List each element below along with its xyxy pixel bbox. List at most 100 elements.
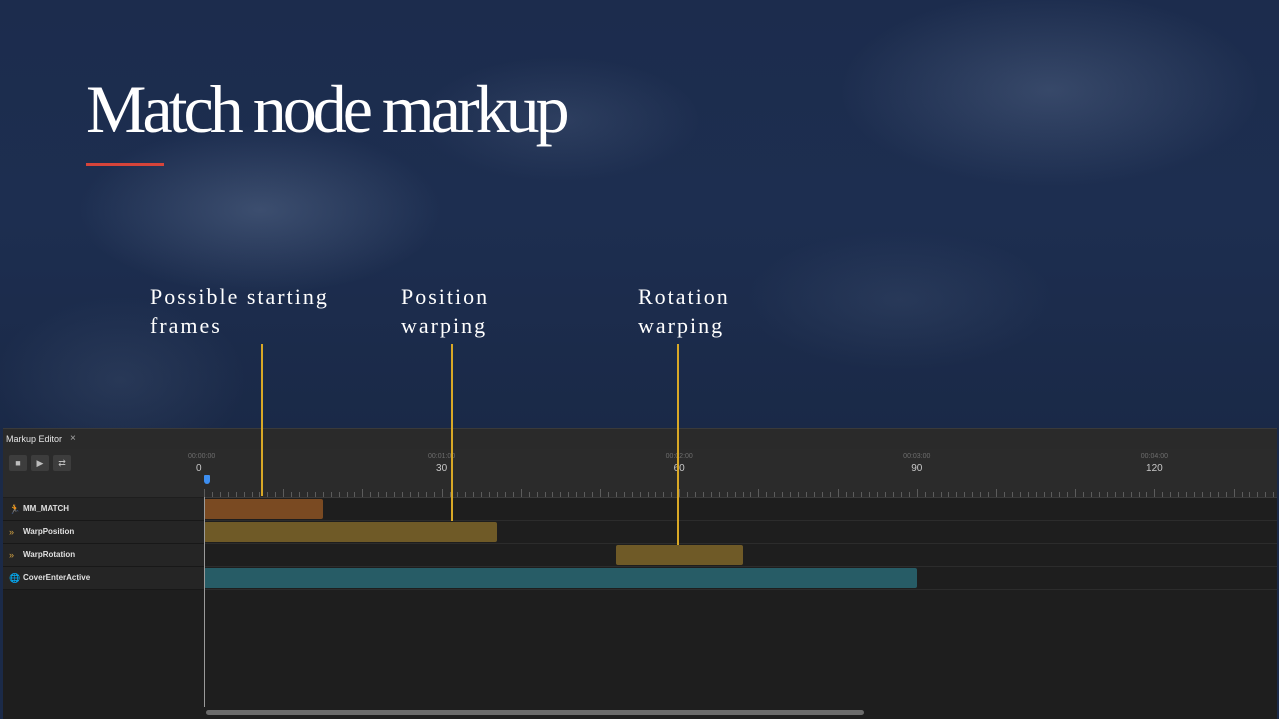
- ruler-minor-tick: [1059, 492, 1061, 497]
- ruler-minor-tick: [996, 489, 997, 497]
- ruler-minor-tick: [908, 492, 910, 497]
- ruler-minor-tick: [1075, 489, 1077, 497]
- globe-icon: 🌐: [9, 573, 21, 583]
- ruler-minor-tick: [821, 492, 823, 497]
- annotation-line: Rotation: [638, 284, 730, 309]
- ruler-minor-tick: [623, 492, 625, 497]
- ruler-minor-tick: [544, 492, 546, 497]
- track-label-warp-rotation[interactable]: » WarpRotation: [3, 544, 204, 567]
- ruler-minor-tick: [1170, 492, 1172, 497]
- track-label-warp-position[interactable]: » WarpPosition: [3, 521, 204, 544]
- loop-icon: ⇄: [58, 458, 66, 468]
- editor-tab-bar: Markup Editor ×: [3, 429, 1277, 449]
- tab-markup-editor[interactable]: Markup Editor: [6, 434, 62, 444]
- ruler-minor-tick: [1273, 492, 1275, 497]
- horizontal-scrollbar[interactable]: [206, 710, 864, 715]
- track-name: CoverEnterActive: [23, 573, 91, 582]
- ruler-minor-tick: [647, 492, 649, 497]
- ruler-minor-tick: [378, 492, 380, 497]
- ruler-time-label: 00:00:00: [188, 453, 216, 460]
- ruler-minor-tick: [1217, 492, 1219, 497]
- ruler-minor-tick: [489, 492, 491, 497]
- pointer-line-rotation-warping: [677, 344, 679, 545]
- title-underline: [86, 163, 164, 166]
- ruler-frame-label: 30: [436, 463, 448, 474]
- ruler-minor-tick: [932, 492, 934, 497]
- ruler-minor-tick: [1265, 492, 1267, 497]
- ruler-minor-tick: [211, 492, 213, 497]
- ruler-minor-tick: [1178, 492, 1180, 497]
- ruler-minor-tick: [1201, 492, 1203, 497]
- playhead-handle[interactable]: [204, 475, 210, 484]
- playback-toolbar: ■ ▶ ⇄: [3, 449, 204, 497]
- ruler-minor-tick: [924, 492, 926, 497]
- clip-mm-match[interactable]: [204, 499, 323, 519]
- track-row: [204, 498, 1277, 521]
- timeline-ruler[interactable]: 00:00:00 0 00:01:00 30 00:02:00 60 00:03…: [188, 449, 1277, 498]
- ruler-minor-tick: [988, 492, 990, 497]
- ruler-minor-tick: [227, 492, 229, 497]
- ruler-minor-tick: [504, 492, 506, 497]
- loop-button[interactable]: ⇄: [53, 455, 71, 471]
- ruler-minor-tick: [1130, 492, 1132, 497]
- track-label-cover-enter-active[interactable]: 🌐 CoverEnterActive: [3, 567, 204, 590]
- pointer-line-position-warping: [451, 344, 453, 521]
- ruler-minor-tick: [1011, 492, 1013, 497]
- ruler-frame-label: 90: [911, 463, 923, 474]
- ruler-minor-tick: [679, 489, 681, 497]
- annotation-line: Possible starting: [150, 284, 329, 309]
- track-name: MM_MATCH: [23, 504, 70, 513]
- ruler-minor-tick: [592, 492, 594, 497]
- ruler-minor-tick: [1209, 492, 1211, 497]
- ruler-minor-tick: [1257, 492, 1259, 497]
- ruler-minor-tick: [639, 492, 641, 497]
- ruler-minor-tick: [1162, 492, 1164, 497]
- ruler-minor-tick: [916, 489, 918, 497]
- pointer-line-starting-frames: [261, 344, 263, 496]
- ruler-minor-tick: [631, 492, 633, 497]
- ruler-minor-tick: [845, 492, 847, 497]
- ruler-minor-tick: [338, 492, 340, 497]
- clip-cover-enter-active[interactable]: [204, 568, 917, 588]
- ruler-frame-label: 60: [673, 463, 685, 474]
- ruler-minor-tick: [1051, 492, 1053, 497]
- ruler-frame-label: 120: [1146, 463, 1163, 474]
- ruler-minor-tick: [1035, 492, 1037, 497]
- ruler-minor-tick: [465, 492, 467, 497]
- ruler-minor-tick: [394, 492, 396, 497]
- annotation-position-warping: Position warping: [401, 282, 489, 340]
- annotation-line: warping: [638, 313, 725, 338]
- stop-button[interactable]: ■: [9, 455, 27, 471]
- ruler-minor-tick: [655, 492, 657, 497]
- ruler-minor-tick: [251, 492, 253, 497]
- ruler-minor-tick: [1138, 492, 1140, 497]
- ruler-minor-tick: [718, 492, 720, 497]
- stop-icon: ■: [15, 458, 21, 468]
- ruler-minor-tick: [433, 492, 435, 497]
- ruler-minor-tick: [417, 492, 419, 497]
- ruler-minor-tick: [940, 492, 942, 497]
- play-button[interactable]: ▶: [31, 455, 49, 471]
- play-icon: ▶: [36, 458, 44, 468]
- ruler-minor-tick: [275, 492, 277, 497]
- ruler-minor-tick: [299, 492, 301, 497]
- ruler-minor-tick: [798, 492, 799, 497]
- annotation-line: warping: [401, 313, 488, 338]
- track-label-mm-match[interactable]: 🏃 MM_MATCH: [3, 498, 204, 521]
- ruler-minor-tick: [441, 489, 443, 497]
- markup-editor-panel: Markup Editor × ■ ▶ ⇄ 00:00:00 0 00:01:0…: [3, 428, 1277, 719]
- annotation-line: frames: [150, 313, 222, 338]
- ruler-minor-tick: [972, 492, 974, 497]
- ruler-minor-tick: [552, 492, 554, 497]
- clip-warp-rotation[interactable]: [615, 545, 743, 565]
- clip-warp-position[interactable]: [204, 522, 498, 542]
- ruler-minor-tick: [267, 492, 269, 497]
- close-icon[interactable]: ×: [70, 433, 76, 444]
- ruler-minor-tick: [1019, 492, 1021, 497]
- ruler-minor-tick: [409, 492, 411, 497]
- ruler-minor-tick: [948, 492, 950, 497]
- ruler-minor-tick: [473, 492, 475, 497]
- ruler-minor-tick: [520, 489, 522, 497]
- ruler-minor-tick: [1146, 492, 1148, 497]
- ruler-minor-tick: [1122, 492, 1124, 497]
